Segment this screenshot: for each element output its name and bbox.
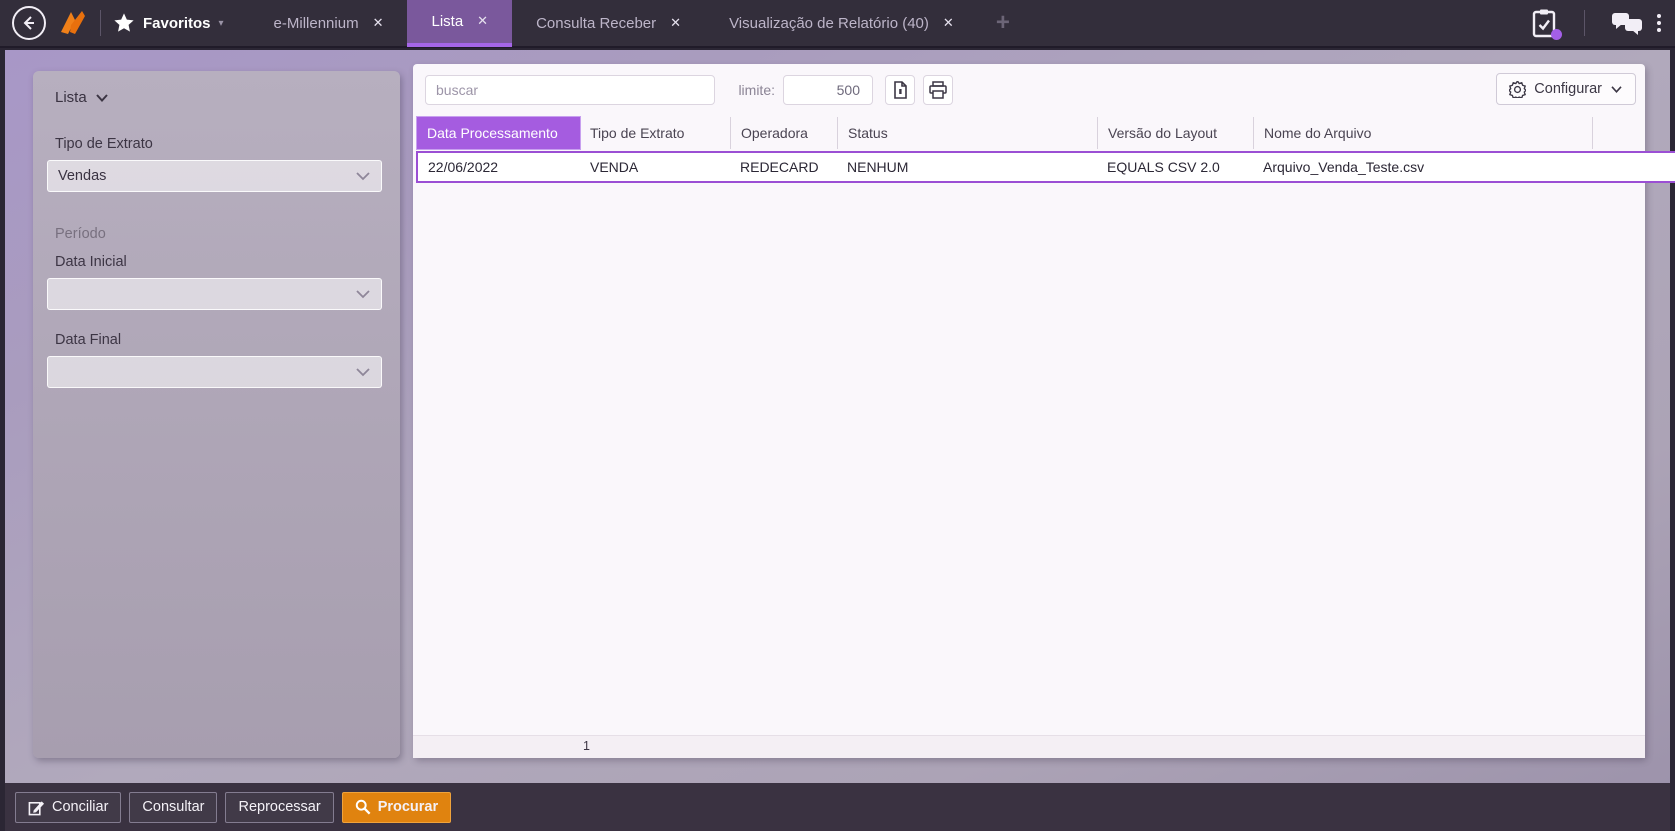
favorites-menu[interactable]: Favoritos ▾ <box>113 12 224 34</box>
column-header-tipo-de-extrato[interactable]: Tipo de Extrato <box>580 117 730 149</box>
tipo-extrato-select[interactable]: Vendas <box>47 160 382 192</box>
back-arrow-icon <box>23 16 34 30</box>
reprocessar-label: Reprocessar <box>238 799 321 815</box>
action-bar: Conciliar Consultar Reprocessar Procurar <box>5 783 1670 831</box>
tab-close-icon[interactable]: ✕ <box>477 13 488 29</box>
table-header-row: Data Processamento Tipo de Extrato Opera… <box>413 116 1643 150</box>
chevron-down-icon <box>356 290 370 299</box>
topbar-right-icons <box>1530 8 1675 40</box>
app-window: Favoritos ▾ e-Millennium ✕ Lista ✕ Consu… <box>0 0 1675 831</box>
tab-visualizacao-relatorio[interactable]: Visualização de Relatório (40) ✕ <box>705 0 978 47</box>
edit-pencil-icon <box>28 800 45 815</box>
top-bar: Favoritos ▾ e-Millennium ✕ Lista ✕ Consu… <box>0 0 1675 48</box>
star-icon <box>114 13 134 32</box>
printer-icon <box>929 81 947 99</box>
clipboard-tasks-button[interactable] <box>1530 8 1562 40</box>
column-header-data-processamento[interactable]: Data Processamento <box>416 116 581 150</box>
tab-close-icon[interactable]: ✕ <box>943 15 954 31</box>
conciliar-button[interactable]: Conciliar <box>15 791 122 823</box>
column-header-nome-do-arquivo[interactable]: Nome do Arquivo <box>1253 117 1592 149</box>
results-panel: limite: <box>413 64 1675 758</box>
data-final-label: Data Final <box>55 332 122 348</box>
search-input[interactable] <box>425 75 715 105</box>
data-final-select[interactable] <box>47 356 382 388</box>
cell-nome-do-arquivo: Arquivo_Venda_Teste.csv <box>1263 159 1425 175</box>
chat-bubbles-icon <box>1612 13 1642 35</box>
magnifier-icon <box>355 799 371 815</box>
table-row-selected[interactable]: 22/06/2022 VENDA REDECARD NENHUM EQUALS … <box>416 151 1675 183</box>
tab-label: Lista <box>431 12 464 30</box>
limit-input[interactable] <box>783 75 873 105</box>
chevron-down-icon <box>95 93 108 102</box>
limit-label: limite: <box>738 82 775 98</box>
cell-operadora: REDECARD <box>740 159 819 175</box>
filter-sidebar: Lista Tipo de Extrato Vendas Período Dat… <box>33 71 400 758</box>
favorites-caret-icon: ▾ <box>218 17 224 29</box>
sidebar-section-lista[interactable]: Lista <box>47 83 382 106</box>
cell-data-processamento: 22/06/2022 <box>428 159 499 175</box>
reprocessar-button[interactable]: Reprocessar <box>225 791 334 823</box>
column-header-status[interactable]: Status <box>837 117 1097 149</box>
topbar-divider <box>1584 10 1585 36</box>
print-button[interactable] <box>923 75 953 105</box>
export-button[interactable] <box>885 75 915 105</box>
back-button[interactable] <box>12 6 46 40</box>
sidebar-title: Lista <box>55 89 87 106</box>
chevron-down-icon <box>356 172 370 181</box>
tab-label: e-Millennium <box>273 14 359 32</box>
cell-status: NENHUM <box>847 159 909 175</box>
favorites-label: Favoritos <box>143 14 211 32</box>
tipo-extrato-label: Tipo de Extrato <box>55 136 153 152</box>
tab-close-icon[interactable]: ✕ <box>373 15 384 31</box>
tab-e-millennium[interactable]: e-Millennium ✕ <box>250 0 408 47</box>
data-inicial-label: Data Inicial <box>55 254 127 270</box>
results-toolbar: limite: <box>413 64 1645 116</box>
configure-label: Configurar <box>1534 81 1602 97</box>
tab-label: Consulta Receber <box>536 14 657 32</box>
consultar-label: Consultar <box>142 799 205 815</box>
tab-label: Visualização de Relatório (40) <box>729 14 929 32</box>
pagination-bar: 1 <box>413 735 1645 758</box>
topbar-divider <box>100 10 101 36</box>
procurar-label: Procurar <box>377 799 439 815</box>
cell-tipo-de-extrato: VENDA <box>590 159 639 175</box>
data-inicial-select[interactable] <box>47 278 382 310</box>
column-header-versao-do-layout[interactable]: Versão do Layout <box>1097 117 1253 149</box>
tab-close-icon[interactable]: ✕ <box>670 15 681 31</box>
conciliar-label: Conciliar <box>52 799 109 815</box>
new-tab-button[interactable]: + <box>996 9 1010 37</box>
configure-button[interactable]: Configurar <box>1496 73 1636 105</box>
gear-icon <box>1509 80 1527 98</box>
periodo-label: Período <box>55 226 106 242</box>
document-icon <box>894 81 907 99</box>
column-header-spacer <box>1592 117 1642 149</box>
tipo-extrato-value: Vendas <box>58 168 107 184</box>
overflow-menu-button[interactable] <box>1657 14 1661 32</box>
page-number[interactable]: 1 <box>583 739 590 753</box>
cell-versao-do-layout: EQUALS CSV 2.0 <box>1107 159 1220 175</box>
notification-dot-badge <box>1551 29 1562 40</box>
tab-strip: e-Millennium ✕ Lista ✕ Consulta Receber … <box>250 0 978 47</box>
chevron-down-icon <box>1611 85 1622 93</box>
procurar-button[interactable]: Procurar <box>341 791 452 823</box>
consultar-button[interactable]: Consultar <box>129 791 218 823</box>
messages-button[interactable] <box>1611 10 1643 36</box>
tab-consulta-receber[interactable]: Consulta Receber ✕ <box>512 0 705 47</box>
millennium-logo-icon <box>58 8 88 38</box>
chevron-down-icon <box>356 368 370 377</box>
column-header-operadora[interactable]: Operadora <box>730 117 837 149</box>
tab-lista[interactable]: Lista ✕ <box>407 0 513 47</box>
workspace-background: Lista Tipo de Extrato Vendas Período Dat… <box>5 50 1675 831</box>
